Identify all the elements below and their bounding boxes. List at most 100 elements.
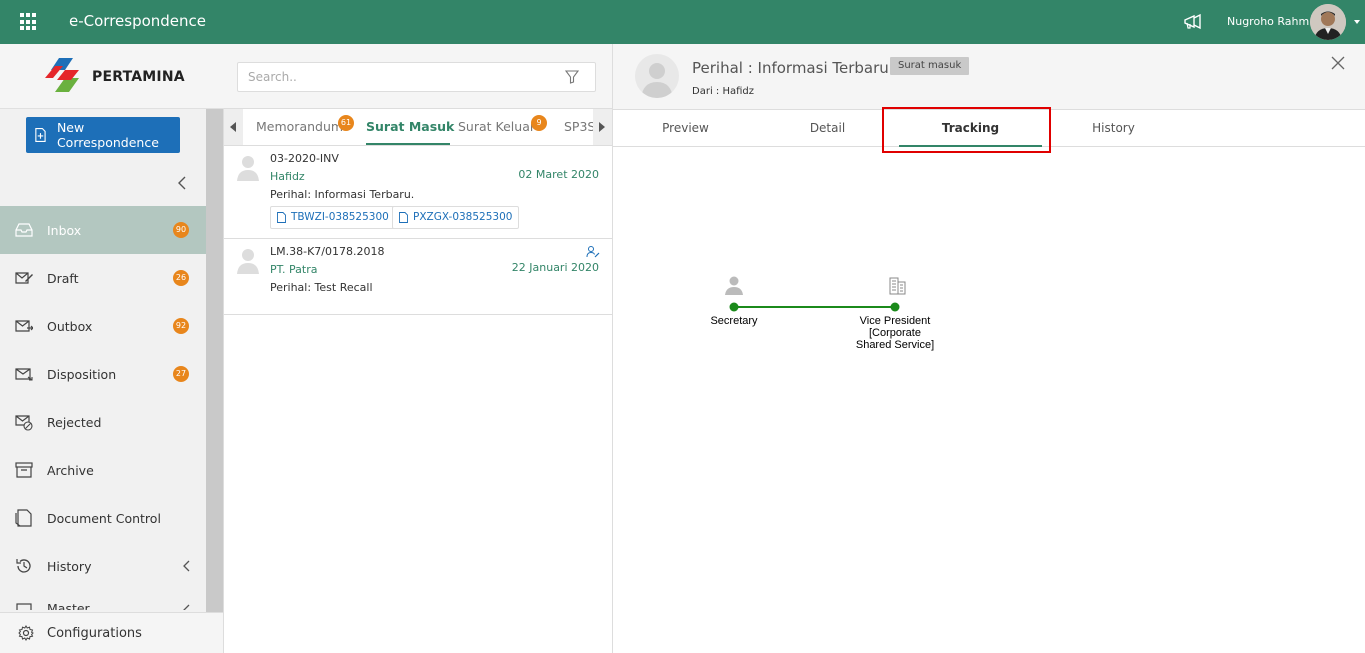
detail-panel: Perihal : Informasi Terbaru. Surat masuk… bbox=[613, 44, 1365, 653]
sidebar-scrollbar[interactable] bbox=[206, 109, 223, 612]
received-date: 02 Maret 2020 bbox=[518, 168, 599, 181]
person-icon bbox=[725, 276, 743, 295]
search-area: Search.. bbox=[224, 44, 612, 109]
caret-right-icon bbox=[599, 122, 605, 132]
tab-badge: 9 bbox=[531, 115, 547, 131]
tab-label: Detail bbox=[809, 121, 846, 135]
tab-label: Surat Masuk bbox=[366, 119, 455, 134]
sidebar-item-label: Disposition bbox=[47, 366, 117, 382]
user-name[interactable]: Nugroho Rahm bbox=[1227, 15, 1309, 28]
tab-memorandum[interactable]: Memorandum 61 bbox=[256, 109, 354, 145]
subject-text: Perihal: Test Recall bbox=[270, 281, 373, 294]
count-badge: 26 bbox=[173, 270, 189, 286]
logo-area: PERTAMINA bbox=[0, 44, 224, 109]
tracking-graph bbox=[725, 276, 906, 312]
tabs-scroll-right-button[interactable] bbox=[593, 109, 612, 145]
tracking-node[interactable] bbox=[729, 302, 739, 312]
sidebar-item-history[interactable]: History bbox=[0, 542, 206, 590]
sidebar-item-label: Outbox bbox=[47, 318, 93, 334]
tab-badge: 61 bbox=[338, 115, 354, 131]
tab-history[interactable]: History bbox=[1042, 110, 1185, 146]
tracking-tab-highlight-box bbox=[882, 107, 1051, 153]
attachment-name: PXZGX-038525300 bbox=[413, 211, 513, 223]
tab-label: History bbox=[1092, 121, 1135, 135]
sender-avatar bbox=[635, 54, 679, 98]
node-label-line: Vice President bbox=[859, 315, 931, 327]
app-title: e-Correspondence bbox=[69, 12, 207, 30]
node-label-line: [Corporate bbox=[869, 327, 921, 339]
tabs-scroll-left-button[interactable] bbox=[224, 109, 243, 145]
sidebar-item-outbox[interactable]: Outbox 92 bbox=[0, 302, 206, 350]
sidebar-item-rejected[interactable]: Rejected bbox=[0, 398, 206, 446]
inbox-icon bbox=[15, 223, 33, 237]
sidebar-item-label: Rejected bbox=[47, 414, 102, 430]
sidebar-item-label: History bbox=[47, 558, 92, 574]
count-badge: 92 bbox=[173, 318, 189, 334]
attachment-link[interactable]: PXZGX-038525300 bbox=[392, 206, 520, 229]
sidebar-item-label: Inbox bbox=[47, 222, 82, 238]
sidebar-item-label: Archive bbox=[47, 462, 94, 478]
tab-label: Surat Keluar bbox=[458, 119, 535, 134]
tab-label: SP3S bbox=[564, 119, 596, 134]
received-date: 22 Januari 2020 bbox=[511, 261, 599, 274]
new-correspondence-button[interactable]: New Correspondence bbox=[26, 117, 180, 153]
detail-from: Dari : Hafidz bbox=[692, 86, 754, 97]
filter-icon[interactable] bbox=[565, 70, 579, 84]
tab-surat-masuk[interactable]: Surat Masuk bbox=[366, 109, 454, 145]
count-badge: 90 bbox=[173, 222, 189, 238]
draft-icon bbox=[15, 272, 33, 284]
search-placeholder: Search.. bbox=[248, 70, 297, 84]
rejected-icon bbox=[15, 415, 33, 431]
configurations-label: Configurations bbox=[47, 625, 142, 641]
tab-label: Preview bbox=[662, 121, 709, 135]
new-document-icon bbox=[35, 127, 46, 143]
sidebar-item-master[interactable]: Master bbox=[0, 590, 206, 610]
user-avatar[interactable] bbox=[1310, 4, 1346, 40]
tab-surat-keluar[interactable]: Surat Keluar 9 bbox=[458, 109, 547, 145]
file-icon bbox=[399, 212, 408, 223]
tab-sp3s[interactable]: SP3S bbox=[564, 109, 595, 145]
history-icon bbox=[16, 559, 31, 573]
sidebar-item-document-control[interactable]: Document Control bbox=[0, 494, 206, 542]
disposition-icon bbox=[15, 368, 33, 381]
sidebar-item-inbox[interactable]: Inbox 90 bbox=[0, 206, 206, 254]
chevron-left-icon bbox=[183, 560, 190, 572]
correspondence-list-panel: Search.. Memorandum 61 Surat Masuk Surat… bbox=[224, 44, 613, 653]
count-badge: 27 bbox=[173, 366, 189, 382]
user-menu-caret-icon[interactable] bbox=[1354, 20, 1360, 24]
attachment-link[interactable]: TBWZI-038525300 bbox=[270, 206, 396, 229]
sidebar-item-disposition[interactable]: Disposition 27 bbox=[0, 350, 206, 398]
user-assign-icon bbox=[586, 246, 600, 258]
tracking-node[interactable] bbox=[890, 302, 900, 312]
configurations-button[interactable]: Configurations bbox=[0, 612, 223, 653]
app-grid-icon[interactable] bbox=[20, 13, 38, 31]
tracking-node-label: Secretary bbox=[694, 315, 774, 327]
sidebar-item-draft[interactable]: Draft 26 bbox=[0, 254, 206, 302]
search-input[interactable]: Search.. bbox=[237, 62, 596, 92]
list-item[interactable]: 03-2020-INV Hafidz 02 Maret 2020 Perihal… bbox=[224, 146, 612, 239]
sidebar-item-archive[interactable]: Archive bbox=[0, 446, 206, 494]
list-item[interactable]: LM.38-K7/0178.2018 PT. Patra 22 Januari … bbox=[224, 239, 612, 315]
tab-preview[interactable]: Preview bbox=[613, 110, 758, 146]
attachment-name: TBWZI-038525300 bbox=[291, 211, 389, 223]
outbox-icon bbox=[15, 320, 33, 332]
tab-detail[interactable]: Detail bbox=[756, 110, 899, 146]
collapse-sidebar-icon[interactable] bbox=[176, 176, 188, 190]
megaphone-icon[interactable] bbox=[1183, 13, 1203, 31]
node-label-line: Secretary bbox=[710, 315, 758, 327]
pertamina-logo-icon bbox=[45, 58, 79, 92]
tracking-diagram: Secretary Vice President [Corporate Shar… bbox=[613, 148, 1365, 653]
gear-icon bbox=[18, 625, 34, 641]
new-correspondence-label: New Correspondence bbox=[56, 120, 159, 150]
type-tag: Surat masuk bbox=[890, 57, 970, 75]
archive-icon bbox=[15, 462, 33, 478]
building-icon bbox=[889, 277, 906, 295]
close-icon[interactable] bbox=[1331, 56, 1345, 70]
tab-label: Memorandum bbox=[256, 119, 344, 134]
sidebar-item-label: Document Control bbox=[47, 510, 161, 526]
sidebar-item-label: Draft bbox=[47, 270, 79, 286]
file-icon bbox=[277, 212, 286, 223]
sidebar-item-label: Master bbox=[47, 601, 90, 610]
detail-header: Perihal : Informasi Terbaru. Surat masuk… bbox=[613, 44, 1365, 110]
logo-text: PERTAMINA bbox=[92, 69, 185, 85]
